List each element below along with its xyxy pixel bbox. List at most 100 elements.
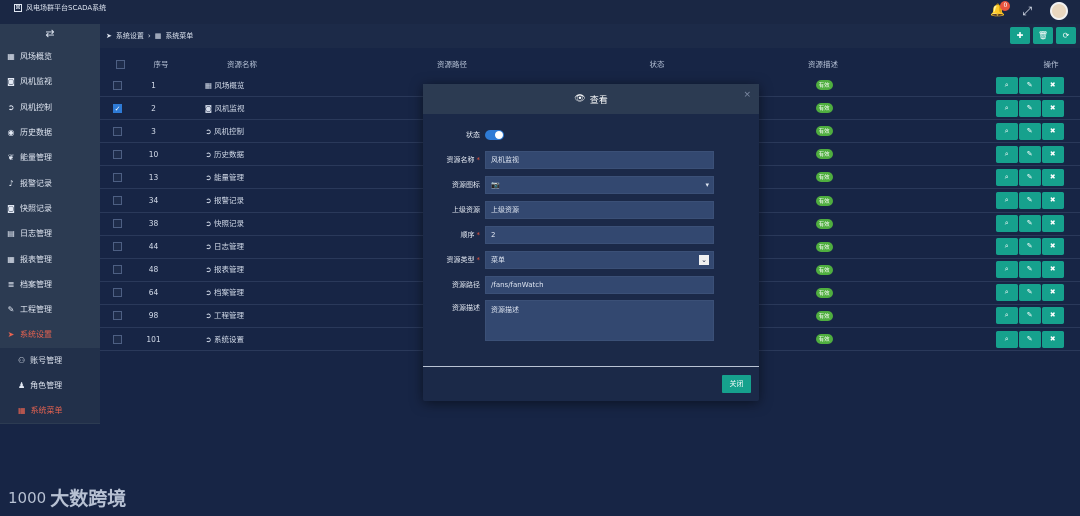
book-icon: ▤	[7, 229, 15, 239]
row-checkbox[interactable]	[113, 196, 123, 206]
circle-arrow-icon: ➲	[205, 265, 214, 275]
fullscreen-icon[interactable]: ⤢	[1022, 4, 1032, 19]
breadcrumb: ➤ 系统设置 › ▦ 系统菜单 ✚ 🗑 ⟳	[100, 24, 1080, 48]
row-checkbox[interactable]	[113, 334, 123, 344]
row-checkbox[interactable]	[113, 242, 123, 252]
edit-button[interactable]: ✎	[1018, 192, 1041, 210]
view-button[interactable]: ⌕	[995, 284, 1018, 302]
edit-button[interactable]: ✎	[1018, 76, 1041, 94]
row-checkbox[interactable]	[113, 288, 123, 298]
notification-bell-icon[interactable]: 🔔 0	[990, 1, 1011, 19]
sidebar-item[interactable]: ▤ 日志管理	[0, 221, 100, 246]
circle-arrow-icon: ➲	[205, 242, 214, 252]
sidebar-item[interactable]: ▦ 报表管理	[0, 246, 100, 271]
sidebar-item[interactable]: ≣ 档案管理	[0, 272, 100, 297]
select-all-checkbox[interactable]	[115, 59, 125, 69]
delete-row-button[interactable]: ✖	[1041, 122, 1064, 140]
delete-row-button[interactable]: ✖	[1041, 261, 1064, 279]
avatar[interactable]	[1050, 2, 1068, 20]
status-badge: 有效	[815, 149, 833, 160]
delete-row-button[interactable]: ✖	[1041, 168, 1064, 186]
edit-button[interactable]: ✎	[1018, 238, 1041, 256]
add-button[interactable]: ✚	[1010, 27, 1030, 44]
sidebar-item[interactable]: ✎ 工程管理	[0, 297, 100, 322]
delete-row-button[interactable]: ✖	[1041, 76, 1064, 94]
edit-button[interactable]: ✎	[1018, 261, 1041, 279]
edit-button[interactable]: ✎	[1018, 145, 1041, 163]
view-button[interactable]: ⌕	[995, 261, 1018, 279]
edit-button[interactable]: ✎	[1018, 330, 1041, 348]
submenu-item[interactable]: ▦ 系统菜单	[0, 398, 100, 423]
order-field[interactable]: 2	[485, 225, 714, 244]
row-name: ➲ 系统设置	[205, 334, 244, 344]
sidebar-item[interactable]: ◙ 快照记录	[0, 196, 100, 221]
sidebar-item[interactable]: ❦ 能量管理	[0, 145, 100, 170]
row-checkbox[interactable]	[113, 265, 123, 275]
row-checkbox[interactable]	[113, 219, 123, 229]
delete-row-button[interactable]: ✖	[1041, 284, 1064, 302]
close-icon[interactable]: ×	[743, 90, 751, 100]
edit-button[interactable]: ✎	[1018, 215, 1041, 233]
view-button[interactable]: ⌕	[995, 76, 1018, 94]
submenu-item[interactable]: ⚇ 账号管理	[0, 348, 100, 373]
delete-button[interactable]: 🗑	[1033, 27, 1053, 44]
view-button[interactable]: ⌕	[995, 99, 1018, 117]
delete-row-button[interactable]: ✖	[1041, 145, 1064, 163]
delete-row-button[interactable]: ✖	[1041, 192, 1064, 210]
watermark-text: 大数跨境	[50, 488, 127, 510]
desc-field[interactable]: 资源描述	[485, 300, 714, 341]
chevron-down-icon: ⌄	[699, 254, 709, 265]
sidebar-item[interactable]: ◙ 风机监视	[0, 69, 100, 94]
row-name: ➲ 报警记录	[205, 196, 244, 206]
sidebar-item[interactable]: ➤ 系统设置	[0, 322, 100, 347]
row-checkbox[interactable]	[113, 126, 123, 136]
refresh-button[interactable]: ⟳	[1056, 27, 1076, 44]
sidebar-item-label: 工程管理	[20, 305, 52, 315]
view-button[interactable]: ⌕	[995, 238, 1018, 256]
breadcrumb-parent[interactable]: 系统设置	[116, 31, 144, 41]
parent-field[interactable]: 上级资源	[485, 200, 714, 219]
row-checkbox[interactable]	[113, 149, 123, 159]
type-select[interactable]: 菜单 ⌄	[485, 250, 714, 269]
state-toggle[interactable]	[485, 129, 504, 140]
delete-row-button[interactable]: ✖	[1041, 99, 1064, 117]
row-checkbox[interactable]: ✓	[113, 103, 123, 113]
edit-button[interactable]: ✎	[1018, 122, 1041, 140]
view-button[interactable]: ⌕	[995, 145, 1018, 163]
name-field[interactable]: 风机监视	[485, 150, 714, 169]
delete-row-button[interactable]: ✖	[1041, 238, 1064, 256]
row-checkbox[interactable]	[113, 172, 123, 182]
delete-row-button[interactable]: ✖	[1041, 215, 1064, 233]
icon-select[interactable]: 📷 ▾	[485, 175, 714, 194]
sidebar-item[interactable]: ◉ 历史数据	[0, 120, 100, 145]
delete-row-button[interactable]: ✖	[1041, 330, 1064, 348]
desc-label: 资源描述	[452, 304, 480, 312]
close-button[interactable]: 关闭	[722, 375, 751, 393]
sidebar-item[interactable]: ♪ 报警记录	[0, 170, 100, 195]
col-state: 状态	[649, 59, 665, 69]
row-no: 44	[148, 242, 159, 252]
circle-arrow-icon: ➲	[205, 311, 214, 321]
row-checkbox[interactable]	[113, 80, 123, 90]
sidebar-item[interactable]: ▦ 风场概览	[0, 44, 100, 69]
sidebar-item[interactable]: ➲ 风机控制	[0, 95, 100, 120]
delete-row-button[interactable]: ✖	[1041, 307, 1064, 325]
edit-button[interactable]: ✎	[1018, 168, 1041, 186]
row-checkbox[interactable]	[113, 311, 123, 321]
status-badge: 有效	[815, 287, 833, 298]
sidebar-toggle-icon[interactable]: ⇄	[0, 24, 100, 44]
edit-button[interactable]: ✎	[1018, 284, 1041, 302]
table-icon: ▦	[18, 406, 26, 416]
edit-button[interactable]: ✎	[1018, 307, 1041, 325]
wrench-icon: ✎	[7, 305, 15, 315]
view-button[interactable]: ⌕	[995, 122, 1018, 140]
view-button[interactable]: ⌕	[995, 307, 1018, 325]
view-button[interactable]: ⌕	[995, 168, 1018, 186]
edit-button[interactable]: ✎	[1018, 99, 1041, 117]
row-no: 38	[148, 219, 159, 229]
view-button[interactable]: ⌕	[995, 215, 1018, 233]
path-field[interactable]: /fans/fanWatch	[485, 275, 714, 294]
view-button[interactable]: ⌕	[995, 192, 1018, 210]
view-button[interactable]: ⌕	[995, 330, 1018, 348]
submenu-item[interactable]: ♟ 角色管理	[0, 373, 100, 398]
